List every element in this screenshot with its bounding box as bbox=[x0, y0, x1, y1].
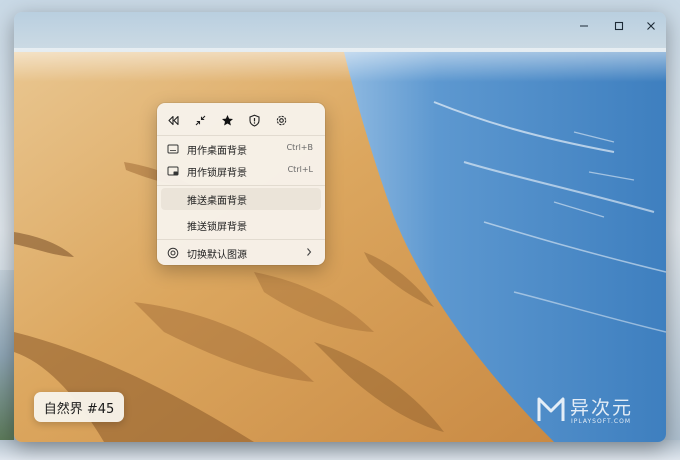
watermark: 异次元 IPLAYSOFT.COM bbox=[534, 392, 664, 432]
desktop-background-bottom bbox=[0, 440, 680, 460]
menu-divider bbox=[157, 185, 325, 186]
menu-item-label: 推送锁屏背景 bbox=[187, 222, 247, 233]
lockscreen-icon bbox=[167, 166, 179, 176]
menu-item-label: 切换默认图源 bbox=[187, 250, 247, 261]
shield-icon bbox=[248, 114, 260, 127]
menu-item-shortcut: Ctrl+B bbox=[286, 143, 313, 152]
rewind-button[interactable] bbox=[163, 110, 183, 130]
collapse-button[interactable] bbox=[190, 110, 210, 130]
minimize-icon bbox=[580, 25, 588, 27]
source-icon bbox=[167, 247, 179, 259]
maximize-icon bbox=[614, 21, 624, 31]
context-menu: 用作桌面背景 Ctrl+B 用作锁屏背景 Ctrl+L 推送桌面背景 推送锁屏背… bbox=[157, 103, 325, 265]
caption-text: 自然界 #45 bbox=[43, 401, 115, 417]
shield-button[interactable] bbox=[244, 110, 264, 130]
wallpaper-caption: 自然界 #45 bbox=[34, 392, 124, 422]
star-icon bbox=[221, 114, 233, 125]
close-button[interactable] bbox=[638, 16, 664, 36]
desktop-background-left bbox=[0, 270, 14, 440]
menu-item-push-lockscreen[interactable]: 推送锁屏背景 bbox=[161, 214, 321, 236]
menu-item-switch-source[interactable]: 切换默认图源 bbox=[161, 242, 321, 264]
menu-item-label: 用作锁屏背景 bbox=[187, 168, 247, 179]
close-icon bbox=[647, 22, 655, 30]
watermark-subtitle: IPLAYSOFT.COM bbox=[571, 418, 631, 425]
menu-divider bbox=[157, 239, 325, 240]
gear-icon bbox=[276, 115, 286, 125]
watermark-logo-icon bbox=[537, 397, 565, 421]
minimize-button[interactable] bbox=[571, 16, 597, 36]
menu-item-set-lockscreen[interactable]: 用作锁屏背景 Ctrl+L bbox=[161, 160, 321, 182]
menu-item-push-desktop[interactable]: 推送桌面背景 bbox=[161, 188, 321, 210]
rewind-icon bbox=[167, 115, 179, 125]
menu-item-set-desktop[interactable]: 用作桌面背景 Ctrl+B bbox=[161, 138, 321, 160]
menu-item-label: 推送桌面背景 bbox=[187, 196, 247, 207]
menu-item-shortcut: Ctrl+L bbox=[287, 165, 313, 174]
collapse-icon bbox=[195, 115, 205, 125]
wallpaper-image bbox=[14, 12, 666, 442]
desktop-icon bbox=[167, 144, 179, 154]
menu-toolbar bbox=[157, 103, 325, 135]
menu-divider bbox=[157, 135, 325, 136]
menu-item-label: 用作桌面背景 bbox=[187, 146, 247, 157]
maximize-button[interactable] bbox=[606, 16, 632, 36]
chevron-right-icon bbox=[307, 248, 312, 256]
favorite-button[interactable] bbox=[217, 110, 237, 130]
watermark-title: 异次元 bbox=[570, 397, 634, 419]
settings-button[interactable] bbox=[271, 110, 291, 130]
app-window bbox=[14, 12, 666, 442]
